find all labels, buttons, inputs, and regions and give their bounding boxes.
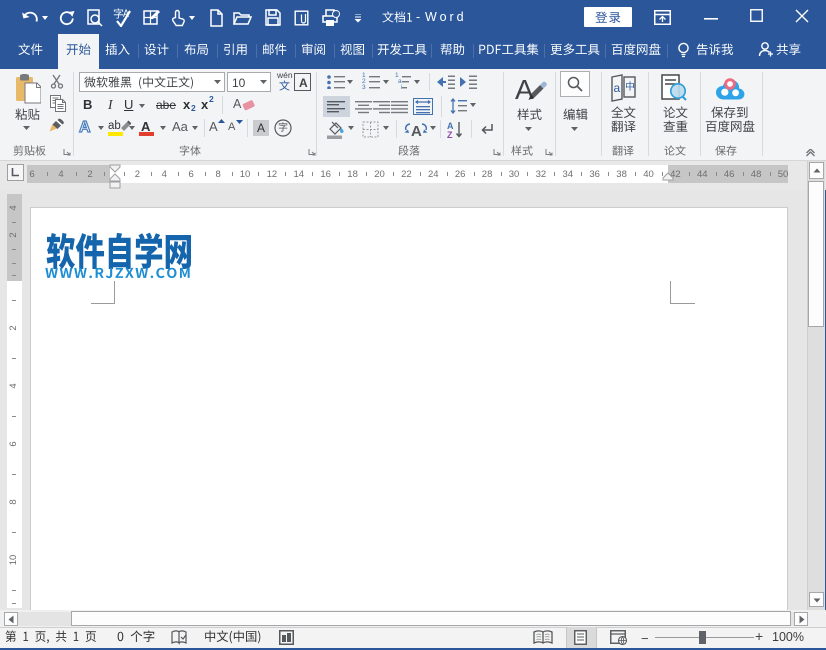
svg-text:A: A xyxy=(515,74,534,105)
svg-text:A: A xyxy=(411,123,422,138)
svg-text:Z: Z xyxy=(447,130,453,139)
svg-text:a: a xyxy=(614,81,621,95)
